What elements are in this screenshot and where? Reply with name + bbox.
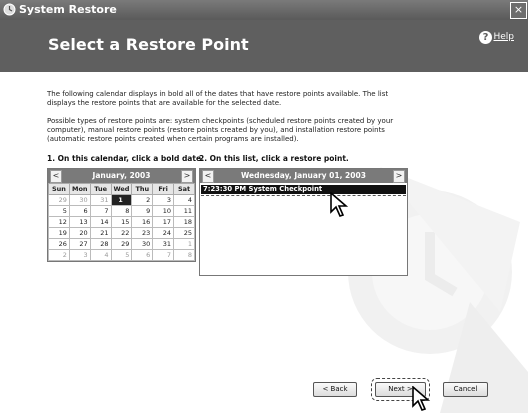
calendar-day[interactable]: 5 bbox=[110, 249, 133, 261]
restore-calendar: < January, 2003 > Sun Mon Tue Wed Thu Fr… bbox=[47, 168, 196, 262]
calendar-grid: Sun Mon Tue Wed Thu Fri Sat 29 30 31 1 2… bbox=[48, 183, 195, 261]
calendar-header: < January, 2003 > bbox=[48, 169, 195, 183]
step-list-label: 2. On this list, click a restore point. bbox=[199, 154, 349, 163]
intro-paragraph-2: Possible types of restore points are: sy… bbox=[47, 117, 394, 143]
calendar-day[interactable]: 11 bbox=[173, 205, 195, 217]
calendar-day[interactable]: 19 bbox=[48, 227, 70, 239]
calendar-day[interactable]: 3 bbox=[68, 249, 91, 261]
calendar-next-month-button[interactable]: > bbox=[181, 170, 193, 183]
weekday-header: Fri bbox=[152, 183, 175, 195]
calendar-day[interactable]: 4 bbox=[173, 194, 195, 206]
intro-paragraph-1: The following calendar displays in bold … bbox=[47, 90, 389, 107]
window-title: System Restore bbox=[19, 3, 117, 16]
weekday-header: Thu bbox=[131, 183, 154, 195]
weekday-header: Tue bbox=[89, 183, 112, 195]
calendar-day[interactable]: 27 bbox=[68, 238, 91, 250]
calendar-day[interactable]: 31 bbox=[89, 194, 112, 206]
calendar-day[interactable]: 21 bbox=[89, 227, 112, 239]
calendar-day[interactable]: 25 bbox=[173, 227, 195, 239]
calendar-day[interactable]: 10 bbox=[152, 205, 175, 217]
list-header: < Wednesday, January 01, 2003 > bbox=[200, 169, 407, 183]
weekday-header: Wed bbox=[110, 183, 133, 195]
cancel-button[interactable]: Cancel bbox=[443, 382, 488, 397]
system-restore-window: System Restore × Select a Restore Point … bbox=[0, 0, 528, 413]
weekday-header: Sun bbox=[48, 183, 70, 195]
restore-point-list[interactable]: < Wednesday, January 01, 2003 > 7:23:30 … bbox=[199, 168, 408, 276]
close-button[interactable]: × bbox=[510, 2, 527, 19]
restore-point-item[interactable]: 7:23:30 PM System Checkpoint bbox=[201, 185, 406, 194]
calendar-day[interactable]: 20 bbox=[68, 227, 91, 239]
calendar-day[interactable]: 7 bbox=[89, 205, 112, 217]
calendar-day[interactable]: 29 bbox=[48, 194, 70, 206]
calendar-day[interactable]: 30 bbox=[68, 194, 91, 206]
calendar-day[interactable]: 24 bbox=[152, 227, 175, 239]
calendar-day[interactable]: 12 bbox=[48, 216, 70, 228]
calendar-day[interactable]: 5 bbox=[48, 205, 70, 217]
calendar-day[interactable]: 4 bbox=[89, 249, 112, 261]
calendar-day[interactable]: 23 bbox=[131, 227, 154, 239]
calendar-day[interactable]: 6 bbox=[68, 205, 91, 217]
help-icon[interactable]: ? bbox=[479, 31, 492, 44]
step-calendar-label: 1. On this calendar, click a bold date. bbox=[47, 154, 204, 163]
calendar-day[interactable]: 9 bbox=[131, 205, 154, 217]
title-bar[interactable]: System Restore × bbox=[0, 0, 528, 20]
calendar-day[interactable]: 2 bbox=[131, 194, 154, 206]
list-prev-day-button[interactable]: < bbox=[202, 170, 214, 183]
calendar-day[interactable]: 14 bbox=[89, 216, 112, 228]
calendar-day[interactable]: 6 bbox=[131, 249, 154, 261]
calendar-day[interactable]: 15 bbox=[110, 216, 133, 228]
back-button[interactable]: < Back bbox=[313, 382, 357, 397]
calendar-day[interactable]: 26 bbox=[48, 238, 70, 250]
calendar-day[interactable]: 7 bbox=[152, 249, 175, 261]
list-next-day-button[interactable]: > bbox=[393, 170, 405, 183]
header-band: Select a Restore Point ? Help bbox=[0, 20, 528, 72]
calendar-day[interactable]: 8 bbox=[173, 249, 195, 261]
calendar-day[interactable]: 30 bbox=[131, 238, 154, 250]
weekday-header: Mon bbox=[68, 183, 91, 195]
calendar-day[interactable]: 16 bbox=[131, 216, 154, 228]
weekday-header: Sat bbox=[173, 183, 195, 195]
help-link[interactable]: Help bbox=[493, 32, 514, 42]
mouse-pointer-icon bbox=[412, 386, 431, 411]
mouse-pointer-icon bbox=[330, 192, 349, 217]
calendar-day[interactable]: 17 bbox=[152, 216, 175, 228]
calendar-day[interactable]: 8 bbox=[110, 205, 133, 217]
calendar-day[interactable]: 29 bbox=[110, 238, 133, 250]
calendar-day[interactable]: 13 bbox=[68, 216, 91, 228]
calendar-day[interactable]: 1 bbox=[173, 238, 195, 250]
calendar-prev-month-button[interactable]: < bbox=[50, 170, 62, 183]
page-title: Select a Restore Point bbox=[48, 35, 249, 54]
focus-outline bbox=[201, 195, 406, 196]
list-date-label: Wednesday, January 01, 2003 bbox=[241, 171, 366, 180]
calendar-month-label: January, 2003 bbox=[92, 171, 151, 180]
calendar-day[interactable]: 28 bbox=[89, 238, 112, 250]
calendar-day-selected[interactable]: 1 bbox=[110, 194, 133, 206]
calendar-day[interactable]: 22 bbox=[110, 227, 133, 239]
calendar-day[interactable]: 3 bbox=[152, 194, 175, 206]
calendar-day[interactable]: 18 bbox=[173, 216, 195, 228]
calendar-day[interactable]: 31 bbox=[152, 238, 175, 250]
calendar-day[interactable]: 2 bbox=[48, 249, 70, 261]
system-restore-icon bbox=[3, 3, 16, 16]
